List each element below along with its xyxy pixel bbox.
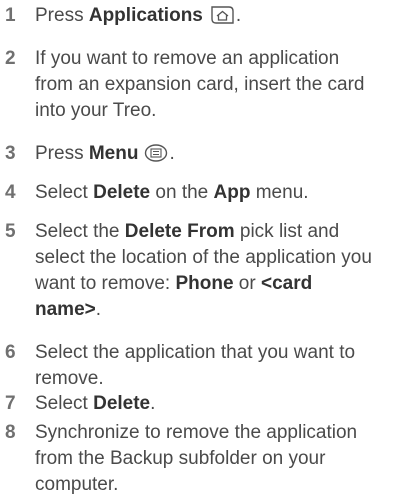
step-text-run: into your Treo. bbox=[35, 100, 157, 121]
step-text-run: or bbox=[233, 273, 261, 294]
step-text-run: Synchronize to remove the application bbox=[35, 422, 358, 443]
step-text-run: Select bbox=[35, 182, 94, 203]
step-text-run: from an expansion card, insert the card bbox=[35, 74, 365, 95]
step-text: Press Applications. bbox=[35, 3, 241, 29]
step-text-run: . bbox=[150, 393, 156, 414]
step-line: computer. bbox=[35, 472, 357, 498]
step-text-run: computer. bbox=[35, 474, 119, 495]
step-text-run: from the Backup subfolder on your bbox=[35, 448, 326, 469]
bold-term: Menu bbox=[88, 143, 139, 164]
step-text: Select Delete. bbox=[35, 391, 155, 417]
step-text-run: want to remove: bbox=[35, 273, 176, 294]
step-number: 8 bbox=[5, 422, 16, 443]
bold-term: App bbox=[213, 182, 251, 203]
step-text-run: . bbox=[235, 5, 242, 26]
step-number: 6 bbox=[5, 342, 16, 363]
step-text: If you want to remove an application from… bbox=[35, 46, 365, 124]
step-line: name>. bbox=[35, 297, 372, 323]
step-text-run: remove. bbox=[35, 368, 104, 389]
step-line: If you want to remove an application bbox=[35, 46, 365, 72]
step-line: Select Delete on the App menu. bbox=[35, 180, 309, 206]
bold-term: Delete bbox=[93, 393, 151, 414]
step-text-run: . bbox=[169, 143, 175, 164]
step-line: Select the application that you want to bbox=[35, 340, 355, 366]
bold-term: Delete From bbox=[124, 221, 235, 242]
step-text-run: Press bbox=[35, 143, 89, 164]
step-line: Select Delete. bbox=[35, 391, 155, 417]
step-line: Synchronize to remove the application bbox=[35, 420, 357, 446]
step-text-run: Select bbox=[35, 393, 94, 414]
bold-term: Delete bbox=[93, 182, 151, 203]
bold-term: Phone bbox=[175, 273, 234, 294]
step-number: 7 bbox=[5, 393, 16, 414]
step-line: want to remove: Phone or <card bbox=[35, 271, 372, 297]
step-text-run: select the location of the application y… bbox=[35, 247, 372, 268]
step-number: 1 bbox=[5, 5, 16, 26]
step-line: into your Treo. bbox=[35, 98, 365, 124]
step-line: Press Menu. bbox=[35, 141, 175, 167]
step-text-run: on the bbox=[150, 182, 214, 203]
step-text: Press Menu. bbox=[35, 141, 175, 167]
step-text: Select Delete on the App menu. bbox=[35, 180, 309, 206]
step-text-run: Select the bbox=[35, 221, 125, 242]
step-line: from the Backup subfolder on your bbox=[35, 446, 357, 472]
step-number: 2 bbox=[5, 48, 16, 69]
applications-button-icon bbox=[208, 4, 236, 34]
step-number: 5 bbox=[5, 221, 16, 242]
step-line: select the location of the application y… bbox=[35, 245, 372, 271]
step-line: Select the Delete From pick list and bbox=[35, 219, 372, 245]
step-text-run: Press bbox=[35, 5, 89, 26]
step-text: Select the application that you want to r… bbox=[35, 340, 355, 392]
step-text: Synchronize to remove the application fro… bbox=[35, 420, 357, 498]
step-line: from an expansion card, insert the card bbox=[35, 72, 365, 98]
step-line: Press Applications. bbox=[35, 3, 241, 29]
menu-button-icon bbox=[143, 142, 169, 172]
bold-term: <card bbox=[260, 273, 313, 294]
step-text-run: If you want to remove an application bbox=[35, 48, 340, 69]
bold-term: Applications bbox=[88, 5, 203, 26]
step-text-run: Select the application that you want to bbox=[35, 342, 356, 363]
step-text-run: menu. bbox=[250, 182, 309, 203]
step-number: 4 bbox=[5, 182, 16, 203]
step-line: remove. bbox=[35, 366, 355, 392]
step-number: 3 bbox=[5, 143, 16, 164]
step-text: Select the Delete From pick list and sele… bbox=[35, 219, 372, 323]
step-text-run: . bbox=[95, 299, 102, 320]
bold-term: name> bbox=[35, 299, 96, 320]
step-text-run: pick list and bbox=[234, 221, 340, 242]
